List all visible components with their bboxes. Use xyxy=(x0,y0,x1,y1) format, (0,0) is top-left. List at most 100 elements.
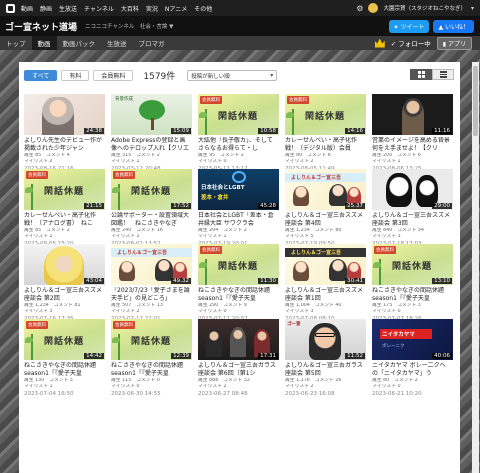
video-card[interactable]: ゴー宣 11:52 よしりん＆ゴー宣三吾ガラス 座談会 第5回 再生 1,176 コメ… xyxy=(281,319,368,397)
video-title[interactable]: ニイタカヤマ ボレー二クへの「ニイタカヤマ」う xyxy=(372,362,451,378)
view-toggle xyxy=(410,69,454,80)
video-title[interactable]: ねこさきやなぎの間話休題 season1「『愛子天皇 xyxy=(198,287,277,303)
video-title[interactable]: よしりん先生のデビュー作が掲載された少年ジャン xyxy=(24,137,103,153)
video-card[interactable]: 会員無料 閑話休題 21:15 カレーせんべい・高子化作戦！（アナログ書） ねこ 再生 … xyxy=(20,169,107,247)
video-title[interactable]: よしりん＆ゴー宣三吾ガラス 座談会 第5回 xyxy=(285,362,364,378)
niconico-logo-icon[interactable] xyxy=(6,3,15,13)
video-card[interactable]: 会員無料 閑話休題 17:52 公論サポーター・設置領域大図鑑！ ねこさきやなぎ 再生 … xyxy=(107,169,194,247)
video-card[interactable]: 会員無料 閑話休題 11:30 ねこさきやなぎの間話休題 season1「『愛子天皇再… xyxy=(194,244,281,322)
video-thumbnail[interactable]: 日本社会とLGBT 差本・倉井 45:28 xyxy=(198,169,279,210)
list-view-button[interactable] xyxy=(432,69,454,80)
tab-blomaga[interactable]: ブロマガ xyxy=(133,36,171,50)
video-title[interactable]: カレーせんべい・高子化作戦！（アナログ書） ねこ xyxy=(24,212,103,228)
video-title[interactable]: 日本社会とLGBT「差本・倉井縁大臣 サワクラ会 xyxy=(198,212,277,228)
video-card[interactable]: 29:00 よしりん＆ゴー宣三吾スズメ 座談会 第3回 再生 840 コメント 34… xyxy=(368,169,455,247)
follow-button[interactable]: ✓ フォロー中 xyxy=(391,38,431,48)
tab-video-pack[interactable]: 動画パック xyxy=(57,36,102,50)
video-thumbnail[interactable]: ニイタカヤマ ボレーニク 40:06 xyxy=(372,319,453,360)
video-title[interactable]: Adobe Expressの登録と画像へのテロップ入れ【クリエ xyxy=(111,137,190,153)
video-card[interactable]: 11:16 営業のイメージを高める背景何をえ手ませよ！【クリ 再生 200 コメント… xyxy=(368,94,455,172)
grid-view-button[interactable] xyxy=(410,69,432,80)
video-thumbnail[interactable]: 11:16 xyxy=(372,94,453,135)
video-card[interactable]: よしりん＆ゴー宣三吾 30:41 よしりん＆ゴー宣三吾スズメ 座談会 第1回 再生 1… xyxy=(281,244,368,322)
app-button[interactable]: ▮ アプリ xyxy=(436,36,472,50)
video-thumbnail[interactable]: 会員無料 閑話休題 12:39 xyxy=(111,319,192,360)
video-thumbnail[interactable]: よしりん＆ゴー宣三吾 30:41 xyxy=(285,244,366,285)
video-card[interactable]: よしりん＆ゴー宣三吾 25:37 よしりん＆ゴー宣三吾スズメ 座談会 第4回 再生 1… xyxy=(281,169,368,247)
tab-top[interactable]: トップ xyxy=(0,36,32,50)
video-card[interactable]: 会員無料 閑話休題 14:42 ねこさきやなぎの間話休題 season1「『愛子天皇再… xyxy=(20,319,107,397)
video-thumbnail[interactable]: 29:00 xyxy=(372,169,453,210)
video-duration: 11:16 xyxy=(432,128,452,134)
tab-videos[interactable]: 動画 xyxy=(31,36,57,50)
video-card[interactable]: 会員無料 閑話休題 10:58 大紘他「長子敬カ」、そしてさらなるお得らて・し 再生 9… xyxy=(194,94,281,172)
global-nav-item[interactable]: 大百科 xyxy=(121,4,139,13)
global-nav-item[interactable]: 静画 xyxy=(40,4,52,13)
video-thumbnail[interactable]: 会員無料 閑話休題 13:10 xyxy=(372,244,453,285)
bell-icon[interactable]: ⚙ xyxy=(356,4,363,13)
video-title[interactable]: よしりん＆ゴー宣三吾スズメ 座談会 第1回 xyxy=(285,287,364,303)
sort-select[interactable]: 投稿が新しい順 xyxy=(187,70,278,81)
video-card[interactable]: 背景作成 15:09 Adobe Expressの登録と画像へのテロップ入れ【クリエ… xyxy=(107,94,194,172)
video-card[interactable]: 会員無料 閑話休題 14:16 カレーせんべい・高子化作戦！（デジタル版）会員 再生 8… xyxy=(281,94,368,172)
video-thumbnail[interactable]: よしりん＆ゴー宣三吾 49:32 xyxy=(111,244,192,285)
video-duration: 15:09 xyxy=(171,128,191,134)
video-title[interactable]: 営業のイメージを高める背景何をえ手ませよ！【クリ xyxy=(372,137,451,153)
global-nav-item[interactable]: 実況 xyxy=(146,4,158,13)
video-thumbnail[interactable]: 43:04 xyxy=(24,244,105,285)
user-name[interactable]: 大園宗賀（スタジオねこやなぎ） xyxy=(383,4,466,12)
global-nav-item[interactable]: チャンネル xyxy=(84,4,114,13)
tweet-button[interactable]: ✦ ツイート xyxy=(388,19,430,33)
video-title[interactable]: 「2023/7/23「愛子さまを論天手ビ」の見どころ」 xyxy=(111,287,190,303)
video-thumbnail[interactable]: 24:38 xyxy=(24,94,105,135)
video-title[interactable]: よしりん＆ゴー宣三吾ガラス 座談会 第6回（第1シ xyxy=(198,362,277,378)
video-card[interactable]: 24:38 よしりん先生のデビュー作が掲載された少年ジャン 再生 85 コメント 4… xyxy=(20,94,107,172)
video-thumbnail[interactable]: 会員無料 閑話休題 17:52 xyxy=(111,169,192,210)
video-title[interactable]: よしりん＆ゴー宣三吾スズメ 座談会 第3回 xyxy=(372,212,451,228)
video-thumbnail[interactable]: 会員無料 閑話休題 14:42 xyxy=(24,319,105,360)
video-title[interactable]: ねこさきやなぎの間話休題 season1「『愛子天皇 xyxy=(24,362,103,378)
video-thumbnail[interactable]: 会員無料 閑話休題 10:58 xyxy=(198,94,279,135)
channel-category[interactable]: ニコニコチャンネル 社会・言論 ▼ xyxy=(85,22,173,30)
video-thumbnail[interactable]: 会員無料 閑話休題 14:16 xyxy=(285,94,366,135)
thumb-caption: よしりん＆ゴー宣三吾 xyxy=(117,250,168,256)
video-title[interactable]: 公論サポーター・設置領域大図鑑！ ねこさきやなぎ xyxy=(111,212,190,228)
video-card[interactable]: 会員無料 閑話休題 13:10 ねこさきやなぎの間話休題 season1「『愛子天皇再… xyxy=(368,244,455,322)
plant-icon xyxy=(112,334,125,360)
video-thumbnail[interactable]: 会員無料 閑話休題 11:30 xyxy=(198,244,279,285)
video-mylist: マイリスト 5 xyxy=(285,234,314,239)
filter-paid-button[interactable]: 有料 xyxy=(61,70,90,81)
chevron-down-icon[interactable]: ▾ xyxy=(471,5,474,12)
video-title[interactable]: よしりん＆ゴー宣三吾スズメ 座談会 第2回 xyxy=(24,287,103,303)
video-thumbnail[interactable]: よしりん＆ゴー宣三吾 25:37 xyxy=(285,169,366,210)
video-thumbnail[interactable]: 背景作成 15:09 xyxy=(111,94,192,135)
video-title[interactable]: ねこさきやなぎの間話休題 season1「『愛子天皇 xyxy=(111,362,190,378)
video-card[interactable]: 日本社会とLGBT 差本・倉井 45:28 日本社会とLGBT「差本・倉井縁大臣 サワ… xyxy=(194,169,281,247)
video-card[interactable]: 17:31 よしりん＆ゴー宣三吾ガラス 座談会 第6回（第1シ 再生 888 コメン… xyxy=(194,319,281,397)
video-thumbnail[interactable]: 17:31 xyxy=(198,319,279,360)
avatar[interactable] xyxy=(368,3,379,13)
scrollbar-thumb[interactable] xyxy=(473,66,478,136)
video-title[interactable]: 大紘他「長子敬カ」、そしてさらなるお得らて・し xyxy=(198,137,277,153)
video-thumbnail[interactable]: ゴー宣 11:52 xyxy=(285,319,366,360)
video-card[interactable]: よしりん＆ゴー宣三吾 49:32 「2023/7/23「愛子さまを論天手ビ」の見どこ… xyxy=(107,244,194,322)
video-title[interactable]: ねこさきやなぎの間話休題 season1「『愛子天皇 xyxy=(372,287,451,303)
scrollbar[interactable] xyxy=(472,62,479,473)
global-nav-item[interactable]: 生放送 xyxy=(59,4,77,13)
global-nav-item[interactable]: Nアニメ xyxy=(165,4,187,13)
filter-members-free-button[interactable]: 会員無料 xyxy=(93,70,134,81)
video-thumbnail[interactable]: 会員無料 閑話休題 21:15 xyxy=(24,169,105,210)
video-card[interactable]: ニイタカヤマ ボレーニク 40:06 ニイタカヤマ ボレー二クへの「ニイタカヤマ」う再… xyxy=(368,319,455,397)
thumb-caption: ゴー宣 xyxy=(287,322,301,327)
video-card[interactable]: 会員無料 閑話休題 12:39 ねこさきやなぎの間話休題 season1「『愛子天皇再… xyxy=(107,319,194,397)
global-nav-item[interactable]: その他 xyxy=(194,4,212,13)
video-title[interactable]: よしりん＆ゴー宣三吾スズメ 座談会 第4回 xyxy=(285,212,364,228)
channel-title[interactable]: ゴー宣ネット道場 xyxy=(5,20,77,33)
tab-live[interactable]: 生放送 xyxy=(101,36,133,50)
filter-all-button[interactable]: すべて xyxy=(24,70,58,81)
video-title[interactable]: カレーせんべい・高子化作戦！（デジタル版）会員 xyxy=(285,137,364,153)
video-card[interactable]: 43:04 よしりん＆ゴー宣三吾スズメ 座談会 第2回 再生 1,234 コメント … xyxy=(20,244,107,322)
like-button[interactable]: ▲ いいね！ xyxy=(433,19,474,33)
plant-icon xyxy=(286,109,299,135)
global-nav-item[interactable]: 動画 xyxy=(21,4,33,13)
